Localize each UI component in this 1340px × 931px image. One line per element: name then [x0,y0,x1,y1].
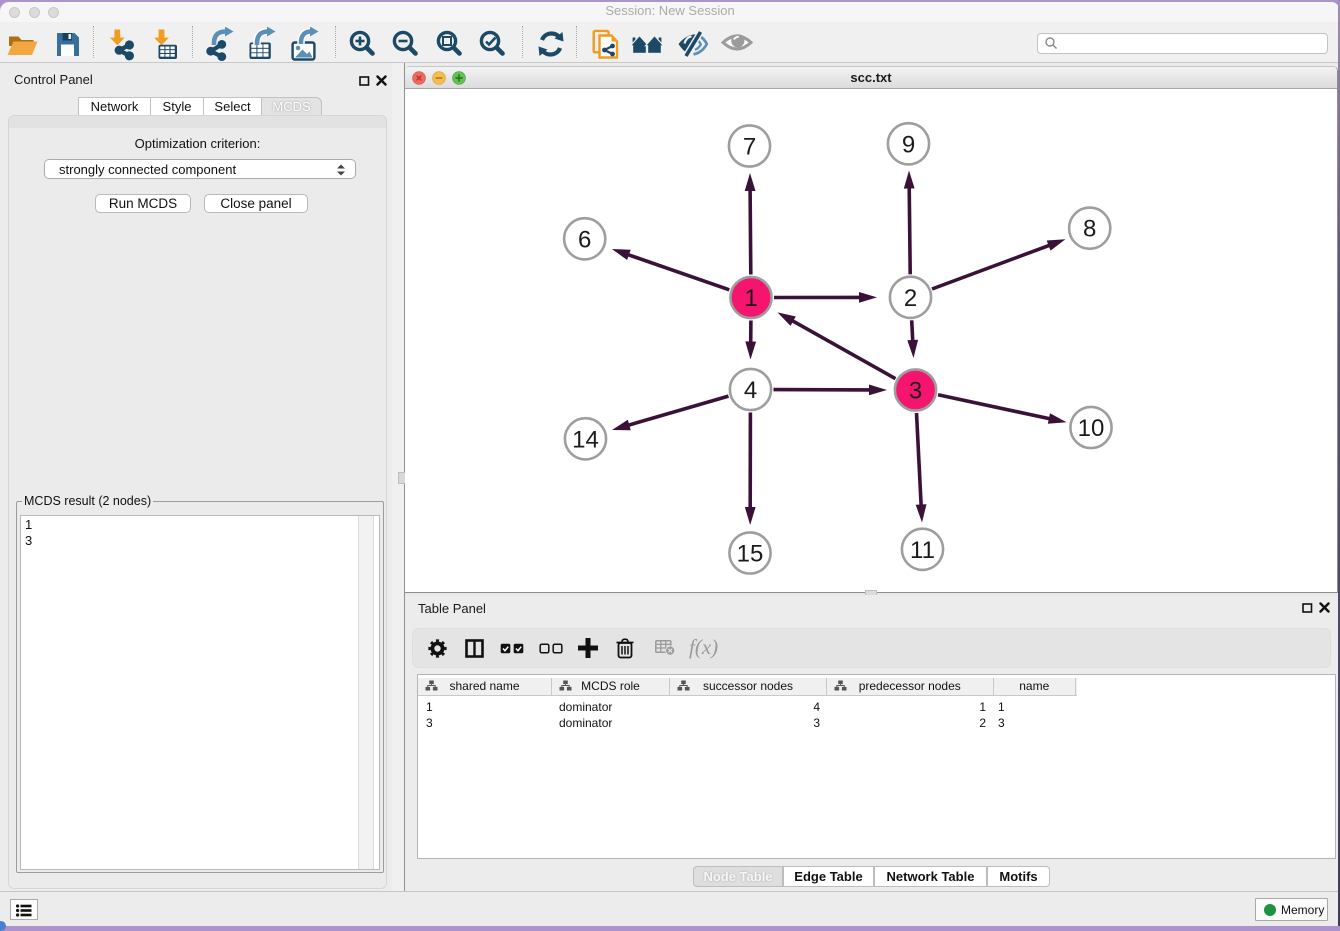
svg-text:14: 14 [572,426,599,453]
svg-text:2: 2 [904,285,917,312]
svg-text:15: 15 [737,541,764,568]
svg-text:9: 9 [902,131,915,158]
svg-text:11: 11 [910,537,935,564]
svg-text:3: 3 [909,378,922,405]
svg-text:4: 4 [744,377,757,404]
svg-text:8: 8 [1083,216,1096,243]
svg-text:6: 6 [578,226,591,253]
svg-text:7: 7 [743,134,756,161]
svg-text:1: 1 [744,285,757,312]
svg-text:10: 10 [1078,415,1105,442]
